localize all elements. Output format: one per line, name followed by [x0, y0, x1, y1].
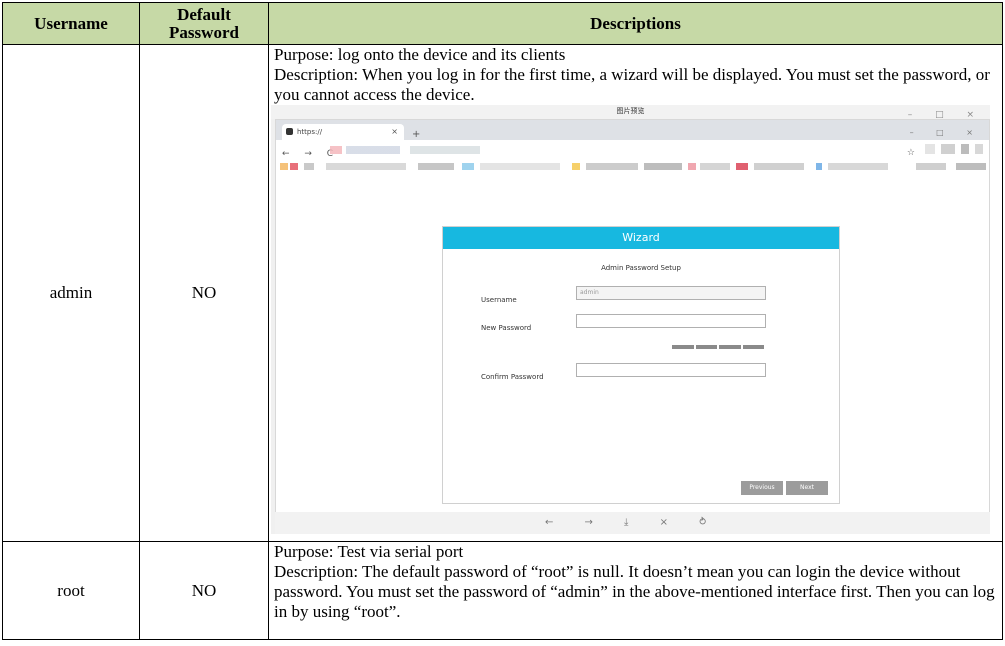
header-descriptions: Descriptions — [268, 2, 1003, 45]
blurred-url — [330, 146, 480, 154]
blurred-extensions — [925, 144, 983, 154]
default-password-cell: NO — [139, 541, 269, 640]
table-row: root NO Purpose: Test via serial port De… — [2, 541, 1003, 640]
previous-button: Previous — [741, 481, 783, 495]
header-username: Username — [2, 2, 140, 45]
address-bar: ← → C ☆ — [276, 140, 989, 160]
accounts-table: Username Default Password Descriptions a… — [2, 2, 1003, 640]
header-default-password: Default Password — [139, 2, 269, 45]
confirm-password-label: Confirm Password — [481, 373, 544, 381]
wizard-dialog: Wizard Admin Password Setup Username adm… — [442, 226, 840, 504]
browser-window: https:// × + – □ × ← → C ☆ Wizard Admin … — [275, 119, 990, 528]
password-strength-meter — [672, 345, 764, 349]
purpose-text: Purpose: log onto the device and its cli… — [274, 45, 566, 64]
tab-close-icon: × — [391, 127, 398, 136]
wizard-title: Wizard — [443, 227, 839, 249]
purpose-text: Purpose: Test via serial port — [274, 542, 464, 561]
next-button: Next — [786, 481, 828, 495]
preview-toolbar: ← → ⤓ × ⥁ — [275, 512, 990, 534]
header-default-password-text: Default Password — [169, 4, 239, 42]
description-cell: Purpose: log onto the device and its cli… — [268, 44, 1003, 542]
description-cell: Purpose: Test via serial port Descriptio… — [268, 541, 1003, 640]
new-password-label: New Password — [481, 324, 532, 332]
username-label: Username — [481, 296, 517, 304]
wizard-screenshot: 图片预览 – □ × https:// × + – □ × ← → C ☆ Wi… — [271, 105, 990, 534]
description-text: Description: The default password of “ro… — [274, 562, 995, 621]
browser-tabbar: https:// × + – □ × — [276, 120, 989, 140]
favicon-icon — [286, 128, 293, 135]
username-field: admin — [576, 286, 766, 300]
default-password-cell: NO — [139, 44, 269, 542]
wizard-subtitle: Admin Password Setup — [601, 264, 681, 272]
table-row: admin NO Purpose: log onto the device an… — [2, 44, 1003, 542]
browser-tab: https:// × — [282, 124, 404, 140]
username-cell: root — [2, 541, 140, 640]
preview-window-title: 图片预览 — [271, 105, 990, 119]
username-cell: admin — [2, 44, 140, 542]
bookmarks-bar-blurred — [276, 160, 989, 174]
tab-label: https:// — [297, 128, 323, 136]
new-password-field — [576, 314, 766, 328]
confirm-password-field — [576, 363, 766, 377]
description-text: Description: When you log in for the fir… — [274, 65, 990, 104]
table-header-row: Username Default Password Descriptions — [2, 2, 1003, 45]
